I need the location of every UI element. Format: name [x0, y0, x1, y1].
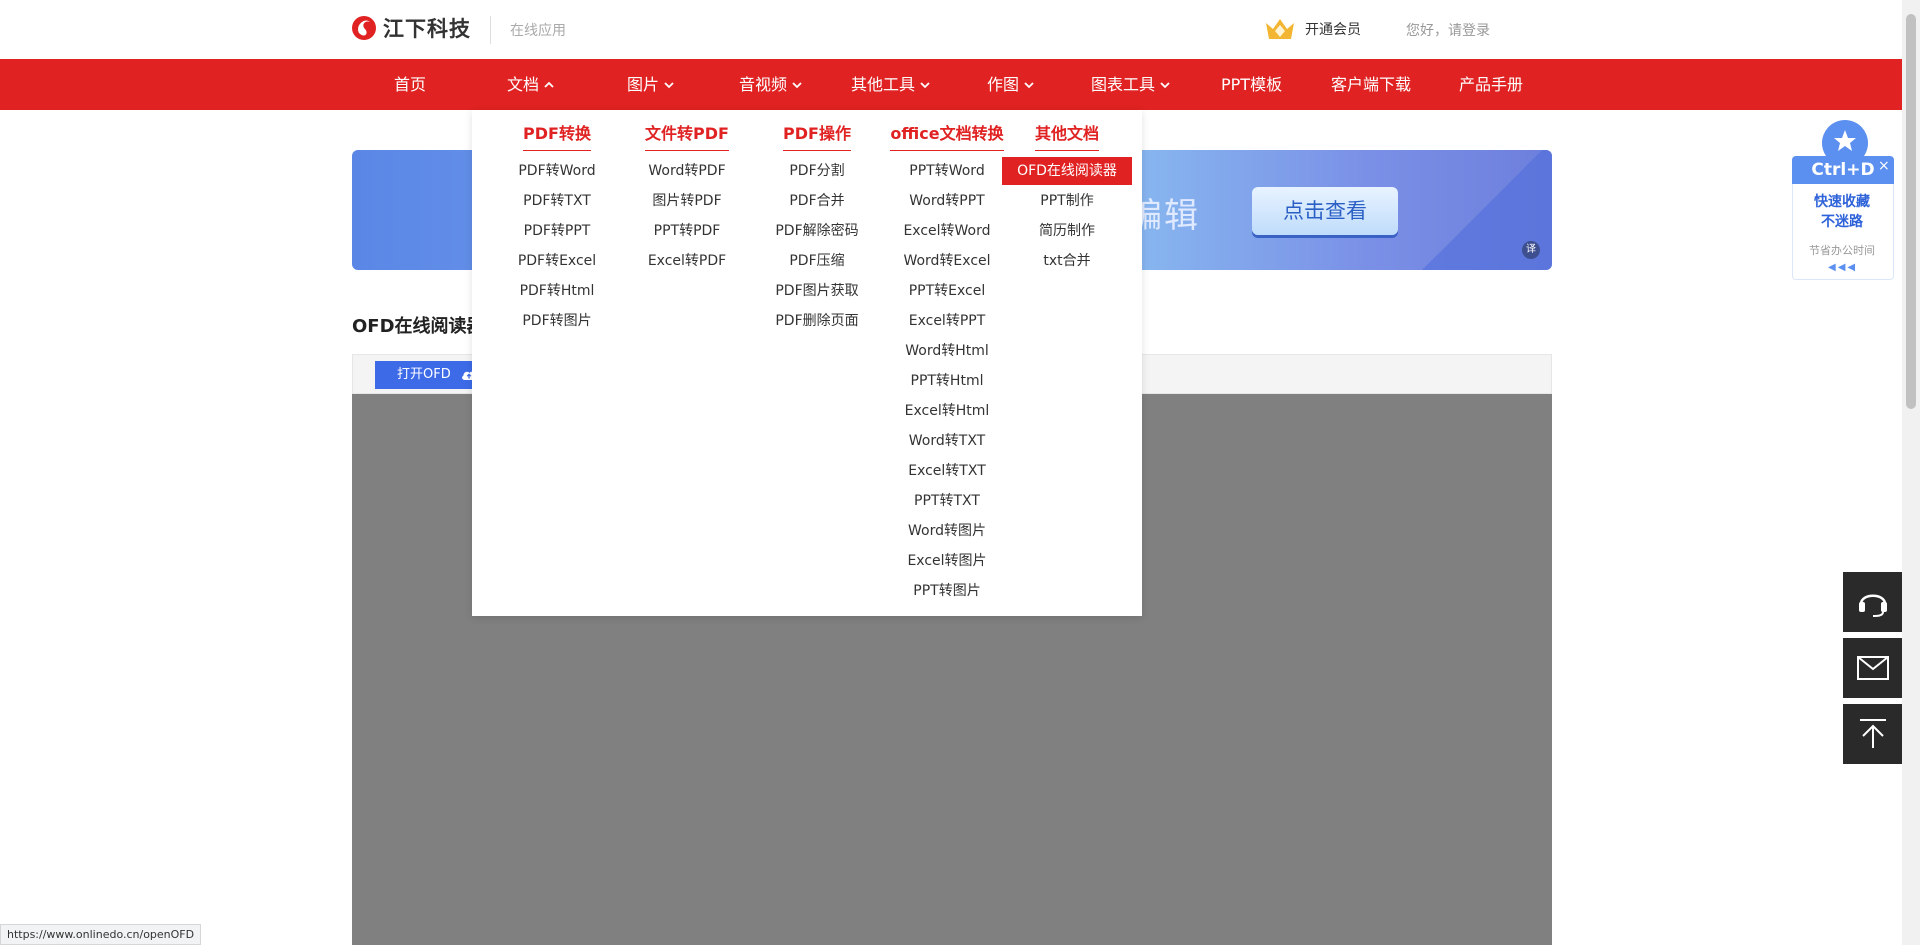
customer-service-button[interactable]: [1843, 572, 1903, 632]
message-button[interactable]: [1843, 638, 1903, 698]
close-icon[interactable]: ×: [1878, 158, 1890, 174]
menu-item[interactable]: 图片转PDF: [622, 187, 752, 215]
page-title: OFD在线阅读器: [352, 316, 485, 337]
back-to-top-button[interactable]: [1843, 704, 1903, 764]
nav-item-av[interactable]: 音视频: [739, 59, 802, 110]
page-scrollbar[interactable]: [1902, 0, 1920, 945]
arrow-icons: ◀◀◀: [1828, 262, 1858, 273]
bookmark-text: 快速收藏 不迷路: [1814, 194, 1870, 230]
nav-label: 作图: [987, 75, 1020, 94]
column-title: office文档转换: [882, 120, 1012, 151]
status-url: https://www.onlinedo.cn/openOFD: [0, 924, 202, 945]
nav-item-chart-tools[interactable]: 图表工具: [1091, 59, 1170, 110]
nav-item-drawing[interactable]: 作图: [987, 59, 1034, 110]
menu-item[interactable]: Word转PDF: [622, 157, 752, 185]
menu-item[interactable]: PDF转图片: [492, 307, 622, 335]
nav-item-other-tools[interactable]: 其他工具: [851, 59, 930, 110]
menu-item[interactable]: PPT转Excel: [882, 277, 1012, 305]
menu-item[interactable]: PDF压缩: [752, 247, 882, 275]
menu-item[interactable]: PDF图片获取: [752, 277, 882, 305]
column-title: PDF操作: [752, 120, 882, 151]
open-ofd-label: 打开OFD: [397, 367, 451, 382]
bookmark-widget[interactable]: Ctrl+D × 快速收藏 不迷路 节省办公时间 ◀◀◀: [1792, 118, 1894, 280]
header-divider: [490, 16, 491, 44]
menu-item[interactable]: Excel转TXT: [882, 457, 1012, 485]
menu-item[interactable]: PDF转Excel: [492, 247, 622, 275]
docs-dropdown-menu: PDF转换 PDF转Word PDF转TXT PDF转PPT PDF转Excel…: [472, 110, 1142, 616]
nav-label: 其他工具: [851, 75, 916, 94]
menu-item[interactable]: PDF删除页面: [752, 307, 882, 335]
menu-item[interactable]: PPT转Html: [882, 367, 1012, 395]
menu-item[interactable]: Word转PPT: [882, 187, 1012, 215]
bookmark-subtext: 节省办公时间: [1809, 244, 1875, 257]
menu-item[interactable]: txt合并: [1002, 247, 1132, 275]
brand-logo[interactable]: 江下科技: [351, 13, 471, 43]
menu-item[interactable]: Excel转图片: [882, 547, 1012, 575]
menu-item[interactable]: Word转图片: [882, 517, 1012, 545]
nav-label: 图表工具: [1091, 75, 1156, 94]
nav-item-ppt-templates[interactable]: PPT模板: [1221, 59, 1282, 110]
menu-item[interactable]: Word转TXT: [882, 427, 1012, 455]
translate-badge[interactable]: 译: [1522, 241, 1540, 259]
column-title: 文件转PDF: [622, 120, 752, 151]
nav-item-client-download[interactable]: 客户端下载: [1331, 59, 1411, 110]
top-header: 江下科技 在线应用 开通会员 您好，请登录: [0, 0, 1902, 59]
nav-label: 文档: [507, 75, 540, 94]
nav-item-home[interactable]: 首页: [394, 59, 426, 110]
vip-label: 开通会员: [1305, 22, 1361, 38]
menu-item[interactable]: Word转Excel: [882, 247, 1012, 275]
chevron-up-icon: [544, 81, 554, 88]
menu-item[interactable]: Excel转PPT: [882, 307, 1012, 335]
arrow-up-icon: [1860, 719, 1886, 748]
brand-logo-icon: [352, 16, 376, 40]
chevron-down-icon: [664, 81, 674, 88]
crown-icon: [1266, 19, 1294, 39]
menu-item[interactable]: PPT转PDF: [622, 217, 752, 245]
chevron-down-icon: [1160, 81, 1170, 88]
menu-item[interactable]: Excel转PDF: [622, 247, 752, 275]
menu-item-active[interactable]: OFD在线阅读器: [1002, 157, 1132, 185]
main-nav: 首页 文档 图片 音视频 其他工具 作图 图表工具 PPT模板 客户端下载 产品…: [0, 59, 1902, 110]
chevron-down-icon: [1024, 81, 1034, 88]
menu-item[interactable]: PDF转TXT: [492, 187, 622, 215]
menu-item[interactable]: PDF转Html: [492, 277, 622, 305]
open-ofd-button[interactable]: 打开OFD: [375, 361, 485, 389]
vip-link[interactable]: 开通会员: [1263, 15, 1361, 43]
chevron-down-icon: [792, 81, 802, 88]
column-title: PDF转换: [492, 120, 622, 151]
menu-item[interactable]: 简历制作: [1002, 217, 1132, 245]
menu-item[interactable]: Word转Html: [882, 337, 1012, 365]
column-title: 其他文档: [1002, 120, 1132, 151]
header-subtitle: 在线应用: [510, 23, 566, 39]
nav-item-images[interactable]: 图片: [627, 59, 674, 110]
menu-item[interactable]: PPT制作: [1002, 187, 1132, 215]
chevron-down-icon: [920, 81, 930, 88]
nav-label: 客户端下载: [1331, 75, 1412, 94]
mail-icon: [1857, 656, 1889, 680]
nav-label: 产品手册: [1459, 75, 1524, 94]
menu-item[interactable]: PDF转Word: [492, 157, 622, 185]
nav-label: 图片: [627, 75, 660, 94]
menu-item[interactable]: Excel转Html: [882, 397, 1012, 425]
nav-label: 音视频: [739, 75, 788, 94]
nav-label: PPT模板: [1221, 75, 1283, 94]
headset-icon: [1859, 594, 1887, 617]
menu-item[interactable]: PPT转Word: [882, 157, 1012, 185]
nav-item-manual[interactable]: 产品手册: [1459, 59, 1523, 110]
brand-name: 江下科技: [383, 17, 471, 41]
nav-label: 首页: [394, 75, 427, 94]
nav-item-docs[interactable]: 文档: [507, 59, 554, 110]
login-link[interactable]: 您好，请登录: [1406, 20, 1490, 40]
menu-item[interactable]: PDF转PPT: [492, 217, 622, 245]
menu-item[interactable]: PPT转图片: [882, 577, 1012, 605]
scrollbar-thumb[interactable]: [1906, 14, 1916, 409]
menu-item[interactable]: Excel转Word: [882, 217, 1012, 245]
menu-item[interactable]: PDF解除密码: [752, 217, 882, 245]
menu-item[interactable]: PDF分割: [752, 157, 882, 185]
menu-item[interactable]: PPT转TXT: [882, 487, 1012, 515]
banner-view-button[interactable]: 点击查看: [1252, 187, 1398, 235]
menu-item[interactable]: PDF合并: [752, 187, 882, 215]
